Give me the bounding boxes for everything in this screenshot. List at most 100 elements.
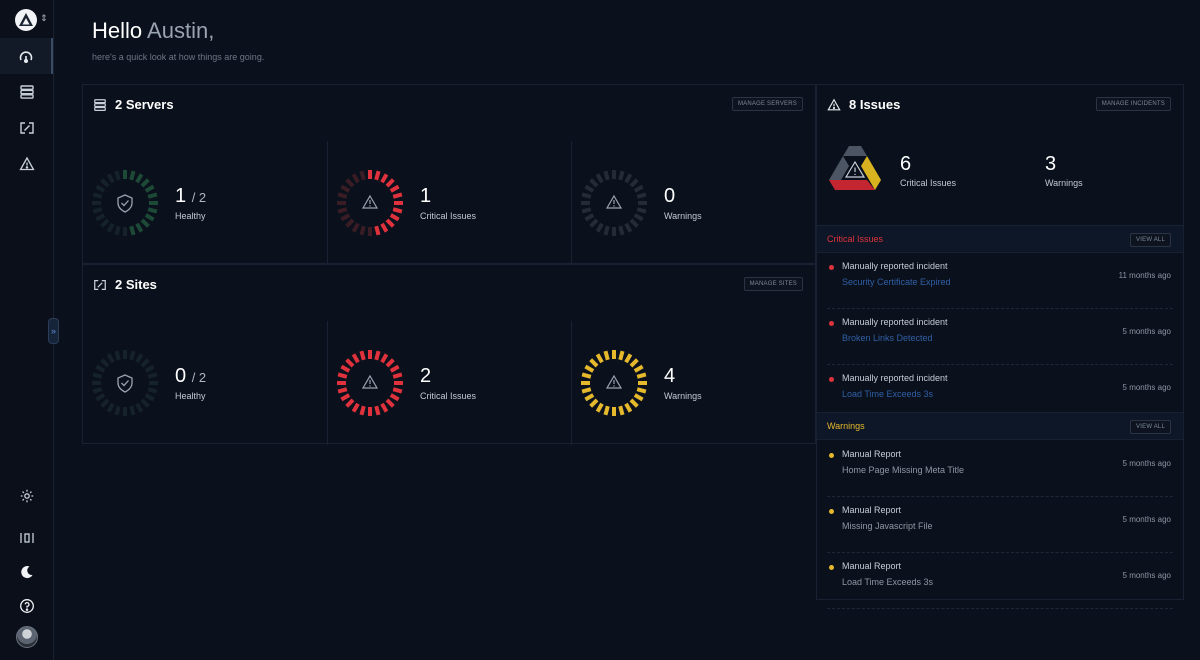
gauge-segment (389, 184, 400, 193)
sites-critical-label: Critical Issues (420, 391, 477, 401)
manage-incidents-button[interactable]: MANAGE INCIDENTS (1095, 97, 1171, 111)
gauge-segment (114, 170, 121, 181)
issue-list-item[interactable]: Manually reported incident Broken Links D… (817, 309, 1183, 365)
gauge-segment (351, 173, 360, 184)
severity-dot (829, 565, 834, 570)
issues-critical-count: 6 (900, 153, 912, 175)
issue-title: Manually reported incident (842, 373, 948, 383)
critical-issues-section-title: Critical Issues (827, 234, 884, 244)
issue-list-item[interactable]: Manual Report Missing Javascript File 5 mo… (817, 497, 1183, 553)
issue-title: Manual Report (842, 505, 902, 515)
sites-healthy-gauge (92, 350, 158, 416)
issues-title: 8 Issues (849, 97, 901, 112)
manage-servers-button[interactable]: MANAGE SERVERS (731, 97, 803, 111)
sites-critical-stat: 2 Critical Issues (327, 321, 571, 445)
issue-title: Manual Report (842, 561, 902, 571)
logo-icon[interactable] (14, 8, 38, 32)
manage-sites-button[interactable]: MANAGE SITES (743, 277, 803, 291)
gauge-segment (359, 170, 366, 181)
gauge-segment (135, 222, 144, 233)
issue-list-item[interactable]: Manual Report Home Page Missing Meta Titl… (817, 441, 1183, 497)
gauge-segment (595, 173, 604, 184)
issue-list-item-body: Manual Report Load Time Exceeds 3s 5 month… (827, 553, 1173, 609)
gauge-segment (359, 350, 366, 361)
warnings-view-all-button[interactable]: VIEW ALL (1130, 420, 1171, 434)
critical-view-all-button[interactable]: VIEW ALL (1130, 233, 1171, 247)
dashboard-icon (19, 51, 32, 64)
issue-title: Manually reported incident (842, 317, 948, 327)
gauge-segment (380, 402, 389, 413)
expand-sidebar-button[interactable]: » (48, 318, 59, 344)
issue-time: 5 months ago (1122, 515, 1171, 524)
greeting-subtitle: here's a quick look at how things are go… (92, 52, 265, 62)
issue-subtitle[interactable]: Missing Javascript File (842, 521, 933, 531)
gauge-segment (581, 372, 592, 379)
sites-panel-header: 2 Sites (93, 277, 157, 292)
severity-dot (829, 265, 834, 270)
nav-layout-toggle[interactable] (0, 520, 53, 556)
gauge-segment (144, 364, 155, 373)
servers-panel: 2 Servers MANAGE SERVERS 1 / 2 Healthy 1… (82, 84, 816, 265)
sites-healthy-label: Healthy (175, 391, 206, 401)
issue-list-item[interactable]: Manually reported incident Security Certi… (817, 253, 1183, 309)
warnings-section-title: Warnings (827, 421, 865, 431)
issue-title: Manually reported incident (842, 261, 948, 271)
greeting-user-name: Austin, (147, 18, 215, 43)
nav-settings[interactable] (0, 478, 53, 514)
gauge-segment (140, 178, 150, 188)
issue-subtitle[interactable]: Load Time Exceeds 3s (842, 577, 933, 587)
gauge-segment (636, 192, 647, 199)
gauge-segment (618, 350, 625, 361)
gauge-segment (374, 405, 381, 416)
nav-servers[interactable] (0, 74, 53, 110)
gauge-segment (374, 225, 381, 236)
nav-dark-mode[interactable] (0, 554, 53, 590)
issue-subtitle[interactable]: Security Certificate Expired (842, 277, 951, 287)
gauge-segment (629, 218, 639, 228)
servers-title: 2 Servers (115, 97, 174, 112)
gauge-segment (589, 398, 599, 408)
issue-list-item[interactable]: Manual Report Load Time Exceeds 3s 5 month… (817, 553, 1183, 609)
gauge-segment (100, 178, 110, 188)
gauge-segment (385, 398, 395, 408)
gauge-segment (624, 173, 633, 184)
issue-time: 5 months ago (1122, 327, 1171, 336)
sites-warnings-gauge (581, 350, 647, 416)
gauge-segment (95, 364, 106, 373)
gauge-segment (129, 405, 136, 416)
nav-dashboard[interactable] (0, 38, 53, 74)
gauge-segment (581, 387, 592, 394)
sites-critical-gauge (337, 350, 403, 416)
gauge-segment (114, 405, 121, 416)
gauge-segment (114, 350, 121, 361)
gauge-segment (106, 222, 115, 233)
nav-help[interactable] (0, 588, 53, 624)
servers-warnings-value: 0 (664, 185, 676, 207)
sites-icon (94, 279, 106, 290)
issues-warning-label: Warnings (1045, 178, 1083, 188)
sidebar: ⇕ » (0, 0, 59, 660)
issues-panel-header: 8 Issues (827, 97, 900, 112)
avatar[interactable] (16, 626, 38, 648)
servers-warnings-gauge (581, 170, 647, 236)
nav-sites[interactable] (0, 110, 53, 146)
workspace-switcher-icon[interactable]: ⇕ (40, 13, 48, 24)
gauge-segment (618, 405, 625, 416)
issue-subtitle[interactable]: Broken Links Detected (842, 333, 933, 343)
gauge-segment (144, 184, 155, 193)
settings-icon (20, 489, 33, 503)
servers-panel-header: 2 Servers (93, 97, 174, 112)
gauge-segment (114, 225, 121, 236)
gauge-segment (603, 225, 610, 236)
gauge-segment (374, 350, 381, 361)
servers-warnings-label: Warnings (664, 211, 702, 221)
sites-healthy-total: / 2 (191, 370, 207, 385)
nav-issues[interactable] (0, 146, 53, 182)
gauge-segment (106, 173, 115, 184)
critical-issues-section-header: Critical Issues VIEW ALL (817, 225, 1183, 253)
gauge-segment (389, 364, 400, 373)
issue-subtitle[interactable]: Load Time Exceeds 3s (842, 389, 933, 399)
gauge-segment (129, 350, 136, 361)
gauge-segment (147, 207, 158, 214)
issue-subtitle[interactable]: Home Page Missing Meta Title (842, 465, 964, 475)
